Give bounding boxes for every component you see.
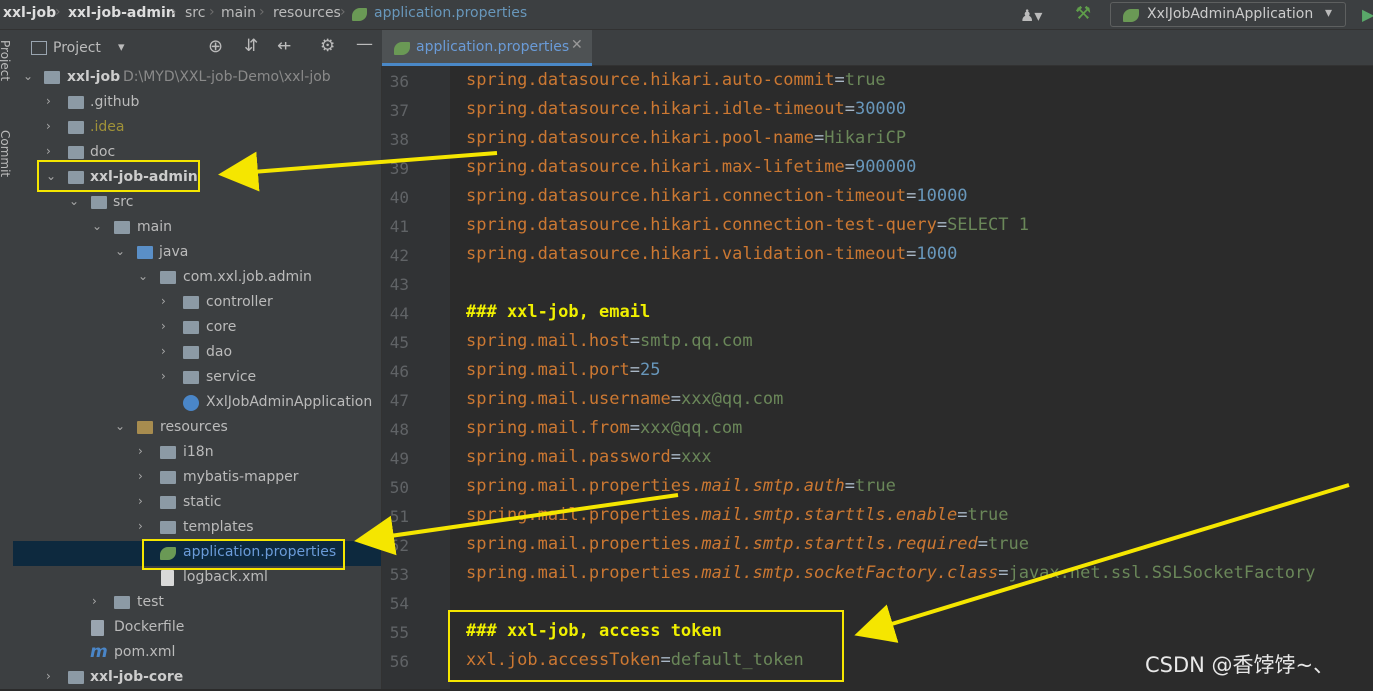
annotation-overlay [37,151,1350,682]
arrow-to-module [218,151,498,192]
arrow-to-file [354,493,679,556]
highlight-box-access-token [448,610,844,682]
highlight-box-file [142,539,345,570]
arrow-to-access-token [854,483,1350,643]
highlight-box-module [37,160,200,192]
